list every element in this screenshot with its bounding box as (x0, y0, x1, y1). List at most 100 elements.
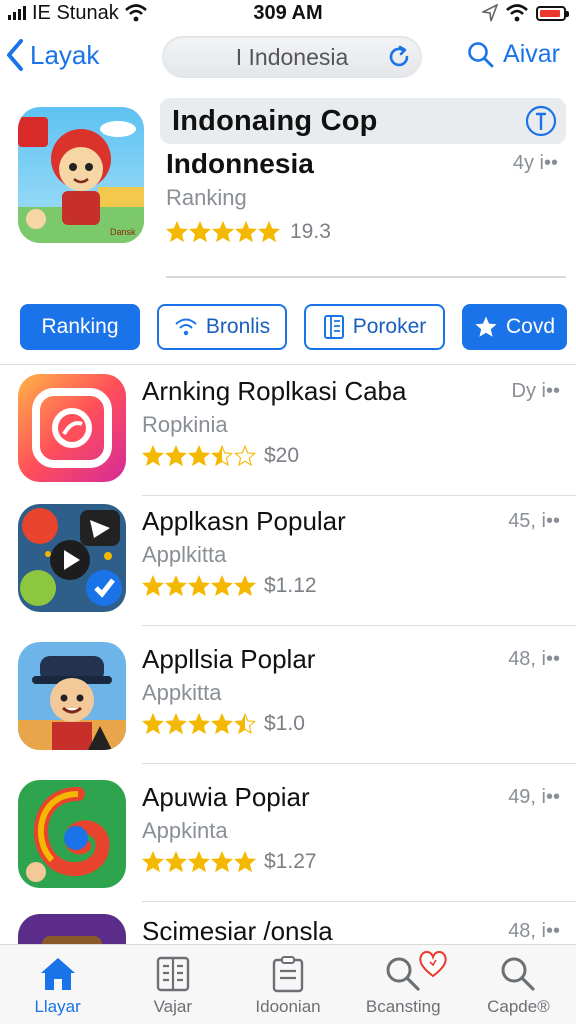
app-meta[interactable]: 45, i•• (508, 510, 560, 533)
nav-search-button[interactable]: Aivar (467, 40, 560, 69)
app-price: $1.27 (264, 850, 317, 873)
star-filled-icon (235, 221, 257, 243)
search-icon (501, 957, 536, 991)
star-rating (142, 575, 256, 597)
clipboard-icon (272, 956, 304, 993)
star-empty-icon (234, 445, 256, 467)
tab-label: Llayar (34, 997, 81, 1016)
search-field[interactable]: I Indonesia (162, 36, 422, 78)
search-icon (468, 41, 494, 67)
category-chips: Ranking Bronlis Poroker Covd (0, 304, 576, 350)
star-filled-icon (188, 575, 210, 597)
signal-icon (8, 6, 26, 20)
tab-capde[interactable]: Capde® (461, 945, 576, 1024)
app-name: Applkasn Popular (142, 506, 346, 536)
divider (0, 364, 576, 365)
app-name: Appllsia Poplar (142, 644, 316, 674)
star-filled-icon (165, 851, 187, 873)
tab-label: Vajar (153, 997, 193, 1016)
search-text: I Indonesia (235, 43, 349, 70)
tab-label: Bcansting (365, 997, 441, 1016)
app-meta[interactable]: 49, i•• (508, 786, 560, 809)
character-icon (18, 642, 126, 750)
star-filled-icon (165, 713, 187, 735)
star-half-icon (234, 713, 256, 735)
tab-label: Capde® (487, 997, 550, 1016)
back-label: Layak (30, 39, 100, 70)
refresh-icon[interactable] (386, 44, 412, 70)
camera-icon (18, 374, 126, 482)
list-item[interactable]: Arnking Roplkasi Caba Ropkinia $20 Dy i•… (0, 366, 576, 496)
featured-app-subtitle: Ranking (166, 185, 247, 210)
back-button[interactable]: Layak (6, 38, 99, 72)
list-item[interactable]: Applkasn Popular Applkitta $1.12 45, i•• (0, 496, 576, 626)
page-title-banner: Indonaing Cop (160, 98, 566, 144)
star-filled-icon (188, 445, 210, 467)
list-item[interactable]: Appllsia Poplar Appkitta $1.0 48, i•• (0, 634, 576, 764)
star-filled-icon (258, 221, 280, 243)
row-separator (142, 625, 576, 626)
location-arrow-icon (482, 4, 498, 22)
star-filled-icon (142, 575, 164, 597)
battery-icon (536, 5, 569, 21)
nav-bar: Layak I Indonesia Aivar (0, 30, 576, 86)
app-subtitle: Ropkinia (142, 412, 228, 437)
featured-app-icon[interactable]: Dansk (18, 107, 144, 243)
media-apps-icon (18, 504, 126, 612)
star-filled-icon (211, 575, 233, 597)
tab-bar: Llayar Vajar Idoonian Bcansting Capde® (0, 944, 576, 1024)
star-filled-icon (234, 851, 256, 873)
page-title: Indonaing Cop (172, 104, 378, 137)
app-meta[interactable]: 48, i•• (508, 920, 560, 943)
app-price: $20 (264, 444, 300, 467)
chip-label: Poroker (352, 315, 427, 338)
tab-label: Idoonian (255, 997, 321, 1016)
swirl-icon (18, 780, 126, 888)
tab-llayar[interactable]: Llayar (0, 945, 115, 1024)
cartoon-character-icon: Dansk (18, 107, 144, 243)
tab-vajar[interactable]: Vajar (115, 945, 230, 1024)
star-rating (142, 445, 256, 467)
wifi-icon (124, 4, 147, 22)
app-name: Scimesiar /onsla (142, 916, 333, 946)
carrier-label: IE Stunak (32, 1, 119, 24)
chip-label: Bronlis (205, 315, 271, 338)
star-filled-icon (166, 221, 188, 243)
app-price: $1.12 (264, 574, 317, 597)
chip-bronlis[interactable]: Bronlis (157, 304, 287, 350)
chip-covd[interactable]: Covd (462, 304, 567, 350)
star-filled-icon (211, 713, 233, 735)
chevron-left-icon (7, 39, 23, 71)
chip-label: Ranking (41, 315, 119, 338)
star-filled-icon (165, 575, 187, 597)
tab-idoonian[interactable]: Idoonian (230, 945, 345, 1024)
app-price: $1.0 (264, 712, 305, 735)
heart-icon (419, 951, 447, 978)
star-half-icon (211, 445, 233, 467)
star-filled-icon (211, 851, 233, 873)
star-icon (475, 316, 497, 337)
row-separator (142, 763, 576, 764)
featured-app-name: Indonnesia (166, 148, 314, 179)
home-icon (40, 958, 75, 990)
chip-poroker[interactable]: Poroker (304, 304, 445, 350)
star-rating (166, 221, 280, 243)
featured-app-meta[interactable]: 4y i•• (513, 152, 558, 175)
app-subtitle: Appkinta (142, 818, 228, 843)
rating-value: 19.3 (290, 220, 331, 243)
info-icon[interactable] (524, 104, 558, 138)
app-meta[interactable]: Dy i•• (512, 380, 560, 403)
app-meta[interactable]: 48, i•• (508, 648, 560, 671)
tab-bcansting[interactable]: Bcansting (346, 945, 461, 1024)
chip-ranking[interactable]: Ranking (20, 304, 140, 350)
star-rating (142, 851, 256, 873)
app-rating: $1.12 (142, 574, 317, 598)
star-filled-icon (142, 713, 164, 735)
status-bar: IE Stunak 309 AM (0, 0, 576, 26)
star-filled-icon (142, 851, 164, 873)
app-subtitle: Applkitta (142, 542, 227, 567)
list-item[interactable]: Apuwia Popiar Appkinta $1.27 49, i•• (0, 772, 576, 902)
status-left: IE Stunak (8, 2, 147, 25)
status-right (482, 4, 569, 22)
app-name: Apuwia Popiar (142, 782, 310, 812)
